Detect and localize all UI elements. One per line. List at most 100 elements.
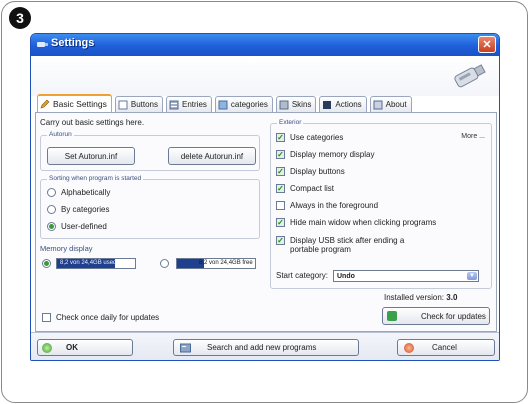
radio-button[interactable] — [47, 188, 56, 197]
checkbox[interactable] — [276, 201, 285, 210]
display-buttons-option[interactable]: ✓ Display buttons — [276, 167, 345, 176]
compact-list-option[interactable]: ✓ Compact list — [276, 184, 334, 193]
ok-button[interactable]: OK — [37, 339, 133, 356]
skins-icon — [279, 100, 289, 110]
categories-icon — [218, 100, 228, 110]
close-button[interactable]: ✕ — [478, 36, 496, 53]
memory-free-option[interactable] — [160, 259, 169, 268]
memory-display-title: Memory display — [40, 244, 93, 253]
check-for-updates-button[interactable]: Check for updates — [382, 307, 490, 325]
option-label: Display USB stick after ending a portabl… — [290, 236, 405, 254]
option-label: Hide main widow when clicking programs — [290, 218, 437, 227]
actions-icon — [322, 100, 332, 110]
step-badge: 3 — [9, 7, 31, 29]
daily-update-option[interactable]: Check once daily for updates — [42, 313, 159, 322]
cancel-icon — [404, 342, 414, 353]
checkbox[interactable]: ✓ — [276, 184, 285, 193]
chevron-down-icon[interactable]: ▼ — [467, 272, 477, 280]
use-categories-option[interactable]: ✓ Use categories — [276, 133, 343, 142]
option-label: Use categories — [290, 133, 344, 142]
option-label: Always in the foreground — [290, 201, 379, 210]
start-category-label: Start category: — [276, 271, 329, 280]
intro-text: Carry out basic settings here. — [40, 118, 145, 127]
pencil-icon — [40, 99, 50, 109]
settings-window: Settings ✕ Basic Settings Buttons Entrie… — [30, 33, 500, 361]
button-label: Check for updates — [421, 311, 486, 321]
basic-settings-panel: Carry out basic settings here. Autorun S… — [35, 112, 497, 332]
memory-used-option[interactable] — [42, 259, 51, 268]
checkbox[interactable]: ✓ — [276, 133, 285, 142]
window-title: Settings — [51, 37, 95, 49]
sort-alphabetically-option[interactable]: Alphabetically — [47, 188, 110, 197]
exterior-title: Exterior — [277, 119, 304, 126]
search-add-programs-button[interactable]: Search and add new programs — [173, 339, 359, 356]
button-label: Search and add new programs — [207, 343, 317, 352]
memory-used-text: 8,2 von 24,4GB used — [60, 260, 117, 266]
search-programs-icon — [180, 343, 191, 353]
checkbox[interactable]: ✓ — [276, 150, 285, 159]
tab-basic-settings[interactable]: Basic Settings — [37, 94, 112, 112]
checkbox[interactable] — [42, 313, 51, 322]
update-icon — [387, 311, 397, 321]
button-label: Cancel — [432, 343, 457, 352]
tab-categories[interactable]: categories — [214, 96, 273, 112]
autorun-title: Autorun — [47, 131, 74, 138]
radio-button[interactable] — [47, 205, 56, 214]
set-autorun-button[interactable]: Set Autorun.inf — [47, 147, 135, 165]
bottom-bar: OK Search and add new programs Cancel — [31, 332, 499, 360]
start-category-value: Undo — [337, 272, 355, 280]
tab-buttons[interactable]: Buttons — [114, 96, 164, 112]
display-memory-option[interactable]: ✓ Display memory display — [276, 150, 374, 159]
memory-free-bar: 8,2 von 24,4GB free — [176, 258, 256, 269]
tab-actions[interactable]: Actions — [319, 96, 367, 112]
button-label: OK — [66, 343, 78, 352]
autorun-group: Autorun Set Autorun.inf delete Autorun.i… — [40, 131, 260, 171]
more-link[interactable]: More ... — [461, 133, 485, 140]
installed-version: Installed version: 3.0 — [384, 293, 457, 302]
memory-free-text: 8,2 von 24,4GB free — [199, 260, 253, 266]
sort-user-defined-option[interactable]: User-defined — [47, 222, 107, 231]
tab-entries[interactable]: Entries — [166, 96, 212, 112]
always-foreground-option[interactable]: Always in the foreground — [276, 201, 378, 210]
about-icon — [373, 100, 383, 110]
sorting-group: Sorting when program is started Alphabet… — [40, 175, 260, 239]
ok-icon — [42, 342, 52, 353]
radio-button[interactable] — [47, 222, 56, 231]
option-label: Compact list — [290, 184, 335, 193]
option-label: Alphabetically — [61, 188, 111, 197]
radio-button[interactable] — [160, 259, 169, 268]
installed-version-label: Installed version: — [384, 293, 445, 302]
start-category-select[interactable]: Undo ▼ — [333, 270, 479, 282]
option-label: Check once daily for updates — [56, 313, 160, 322]
option-label: By categories — [61, 205, 110, 214]
checkbox[interactable]: ✓ — [276, 167, 285, 176]
tab-label: About — [385, 100, 407, 109]
display-usb-stick-option[interactable]: ✓ Display USB stick after ending a porta… — [276, 236, 416, 254]
tab-label: Entries — [182, 100, 207, 109]
option-label: Display buttons — [290, 167, 345, 176]
app-icon — [37, 42, 48, 47]
tab-label: Skins — [291, 100, 312, 109]
memory-used-bar: 8,2 von 24,4GB used — [56, 258, 136, 269]
delete-autorun-button[interactable]: delete Autorun.inf — [168, 147, 256, 165]
header-band — [31, 56, 499, 96]
tab-skins[interactable]: Skins — [275, 96, 317, 112]
radio-button[interactable] — [42, 259, 51, 268]
sort-by-categories-option[interactable]: By categories — [47, 205, 109, 214]
checkbox[interactable]: ✓ — [276, 218, 285, 227]
tab-about[interactable]: About — [369, 96, 412, 112]
cancel-button[interactable]: Cancel — [397, 339, 495, 356]
radio-selected-dot — [49, 224, 54, 229]
tab-label: categories — [230, 100, 268, 109]
tab-label: Basic Settings — [53, 99, 107, 109]
radio-selected-dot — [44, 261, 49, 266]
installed-version-value: 3.0 — [446, 293, 458, 302]
checkbox[interactable]: ✓ — [276, 236, 285, 245]
sorting-title: Sorting when program is started — [47, 175, 144, 182]
option-label: User-defined — [61, 222, 107, 231]
hide-main-window-option[interactable]: ✓ Hide main widow when clicking programs — [276, 218, 436, 227]
entries-icon — [169, 100, 179, 110]
tab-label: Actions — [335, 100, 362, 109]
usb-stick-icon — [454, 64, 486, 88]
title-bar[interactable]: Settings ✕ — [31, 34, 499, 56]
